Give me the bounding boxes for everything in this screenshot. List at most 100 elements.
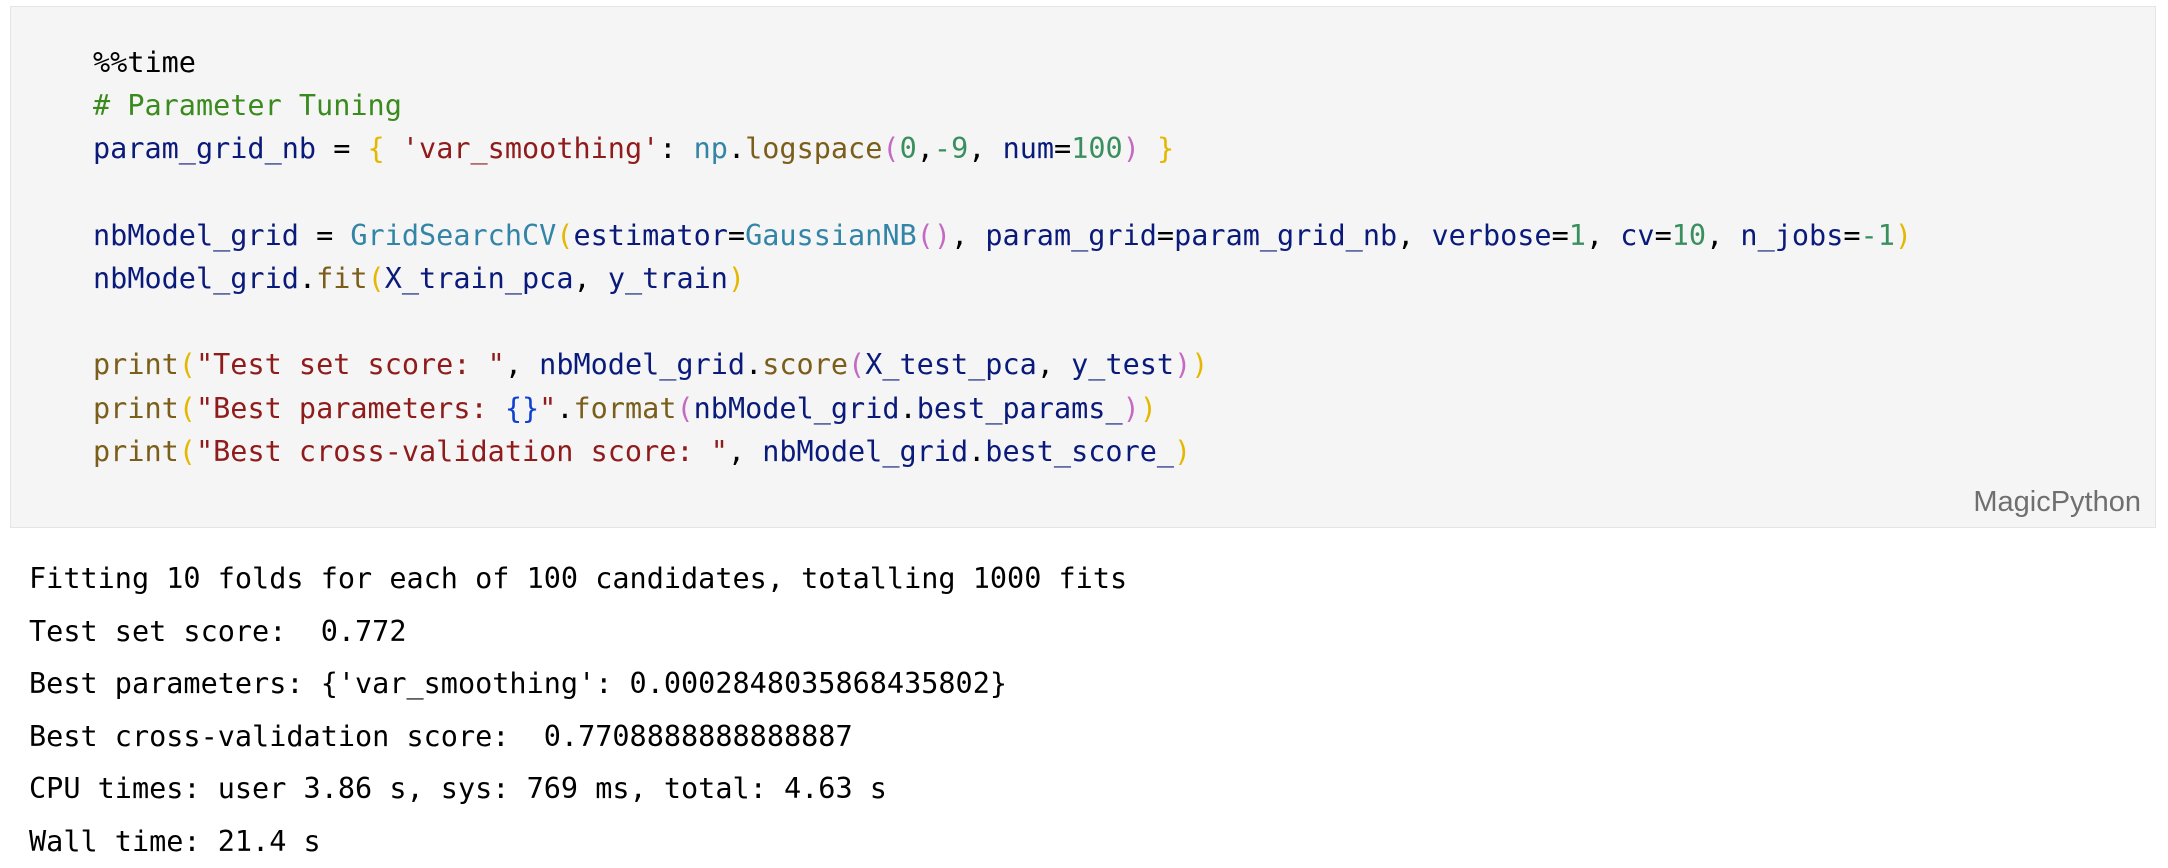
code-token: , xyxy=(1706,218,1741,252)
code-token: GridSearchCV xyxy=(350,218,557,252)
output-line: Wall time: 21.4 s xyxy=(29,824,321,858)
code-token: = xyxy=(1654,218,1672,252)
code-token: score xyxy=(762,348,849,382)
code-line: param_grid_nb = { 'var_smoothing': np.lo… xyxy=(93,127,1912,170)
code-token: y_test xyxy=(1071,348,1175,382)
code-token: ) xyxy=(1191,348,1209,382)
code-token: 100 xyxy=(1071,132,1123,166)
code-token: "Test set score: " xyxy=(195,348,505,382)
code-token: . xyxy=(968,434,986,468)
code-cell[interactable]: %%time # Parameter Tuning param_grid_nb = … xyxy=(10,6,2156,528)
code-line: # Parameter Tuning xyxy=(93,84,1912,127)
code-line: %%time xyxy=(93,41,1912,84)
code-token: = xyxy=(298,218,351,252)
output-line: Fitting 10 folds for each of 100 candida… xyxy=(29,562,1128,595)
code-token: , xyxy=(727,434,763,468)
code-token: = xyxy=(1054,132,1072,166)
code-token: param_grid_nb xyxy=(1174,218,1398,252)
code-token: , xyxy=(951,218,986,252)
code-line: print("Best parameters: {}".format(nbMod… xyxy=(93,387,1912,430)
code-token: , xyxy=(1397,218,1432,252)
code-token: cv xyxy=(1620,218,1655,252)
code-token: X_train_pca xyxy=(384,261,574,295)
code-token: ) xyxy=(1139,391,1157,425)
code-token: # Parameter Tuning xyxy=(93,89,402,123)
code-token: GaussianNB xyxy=(745,218,917,252)
code-token: nbModel_grid xyxy=(762,434,969,468)
code-token: "Best parameters: xyxy=(195,391,505,425)
language-label: MagicPython xyxy=(1973,486,2141,518)
code-token: ) xyxy=(1122,391,1140,425)
code-token: ) xyxy=(727,261,746,295)
code-token: , xyxy=(1585,218,1621,252)
code-token: { xyxy=(367,132,385,166)
code-token: print xyxy=(93,434,179,468)
code-token: print xyxy=(93,391,179,425)
code-token: ) xyxy=(1174,434,1192,468)
code-token: ( xyxy=(178,434,196,468)
code-token: X_test_pca xyxy=(865,348,1037,382)
code-token: ) xyxy=(1894,218,1913,252)
code-token: ( xyxy=(676,391,694,425)
code-token: . xyxy=(727,132,746,166)
code-token: 'var_smoothing' xyxy=(401,132,660,166)
code-token: -1 xyxy=(1860,218,1895,252)
code-token: " xyxy=(539,391,557,425)
cell-output: Fitting 10 folds for each of 100 candida… xyxy=(29,553,1127,868)
code-token: 1 xyxy=(1568,218,1586,252)
code-token: . xyxy=(899,391,917,425)
code-line: nbModel_grid = GridSearchCV(estimator=Ga… xyxy=(93,214,1912,257)
code-token: : xyxy=(659,132,694,166)
code-token: nbModel_grid xyxy=(93,261,299,295)
code-token: best_params_ xyxy=(916,391,1123,425)
code-token: , xyxy=(916,132,934,166)
code-token: %%time xyxy=(93,46,196,79)
code-token: 10 xyxy=(1671,218,1707,252)
code-token: verbose xyxy=(1431,218,1552,252)
code-line: nbModel_grid.fit(X_train_pca, y_train) xyxy=(93,257,1912,300)
code-token: = xyxy=(1156,218,1175,252)
code-token: ( xyxy=(882,132,900,166)
code-token: n_jobs xyxy=(1740,218,1844,252)
code-token: , xyxy=(1036,348,1072,382)
output-line: Best cross-validation score: 0.770888888… xyxy=(29,719,853,753)
code-line: print("Test set score: ", nbModel_grid.s… xyxy=(93,343,1912,386)
code-editor[interactable]: %%time # Parameter Tuning param_grid_nb = … xyxy=(93,41,1912,473)
code-token: ( xyxy=(848,348,866,382)
code-token: format xyxy=(573,391,677,425)
code-token: nbModel_grid xyxy=(539,348,746,382)
code-token: , xyxy=(504,348,540,382)
code-token: = xyxy=(727,218,746,252)
code-token: {} xyxy=(504,391,540,425)
code-token: 0 xyxy=(899,132,917,166)
code-token: . xyxy=(298,261,317,295)
code-token: -9 xyxy=(933,132,969,166)
code-token: best_score_ xyxy=(985,434,1175,468)
code-token: nbModel_grid xyxy=(93,218,299,252)
code-token: y_train xyxy=(607,261,728,295)
code-token: , xyxy=(968,132,1003,166)
code-token: } xyxy=(1157,132,1175,166)
output-line: CPU times: user 3.86 s, sys: 769 ms, tot… xyxy=(29,772,887,805)
code-token: np xyxy=(693,132,728,166)
code-token: ( xyxy=(367,261,385,295)
code-token: param_grid_nb xyxy=(93,132,317,166)
code-token: = xyxy=(1843,218,1861,252)
code-token: ) xyxy=(1174,348,1192,382)
code-token: . xyxy=(556,391,574,425)
code-token: ) xyxy=(1122,132,1140,166)
code-token: logspace xyxy=(745,132,883,166)
code-token: () xyxy=(916,218,951,252)
code-token: ( xyxy=(178,348,196,382)
code-token: fit xyxy=(316,261,368,295)
code-token: , xyxy=(573,261,608,295)
output-line: Best parameters: {'var_smoothing': 0.000… xyxy=(29,667,1008,700)
code-token: param_grid xyxy=(985,218,1157,252)
code-token: . xyxy=(745,348,763,382)
code-token: ( xyxy=(178,391,196,425)
code-line: print("Best cross-validation score: ", n… xyxy=(93,430,1912,473)
